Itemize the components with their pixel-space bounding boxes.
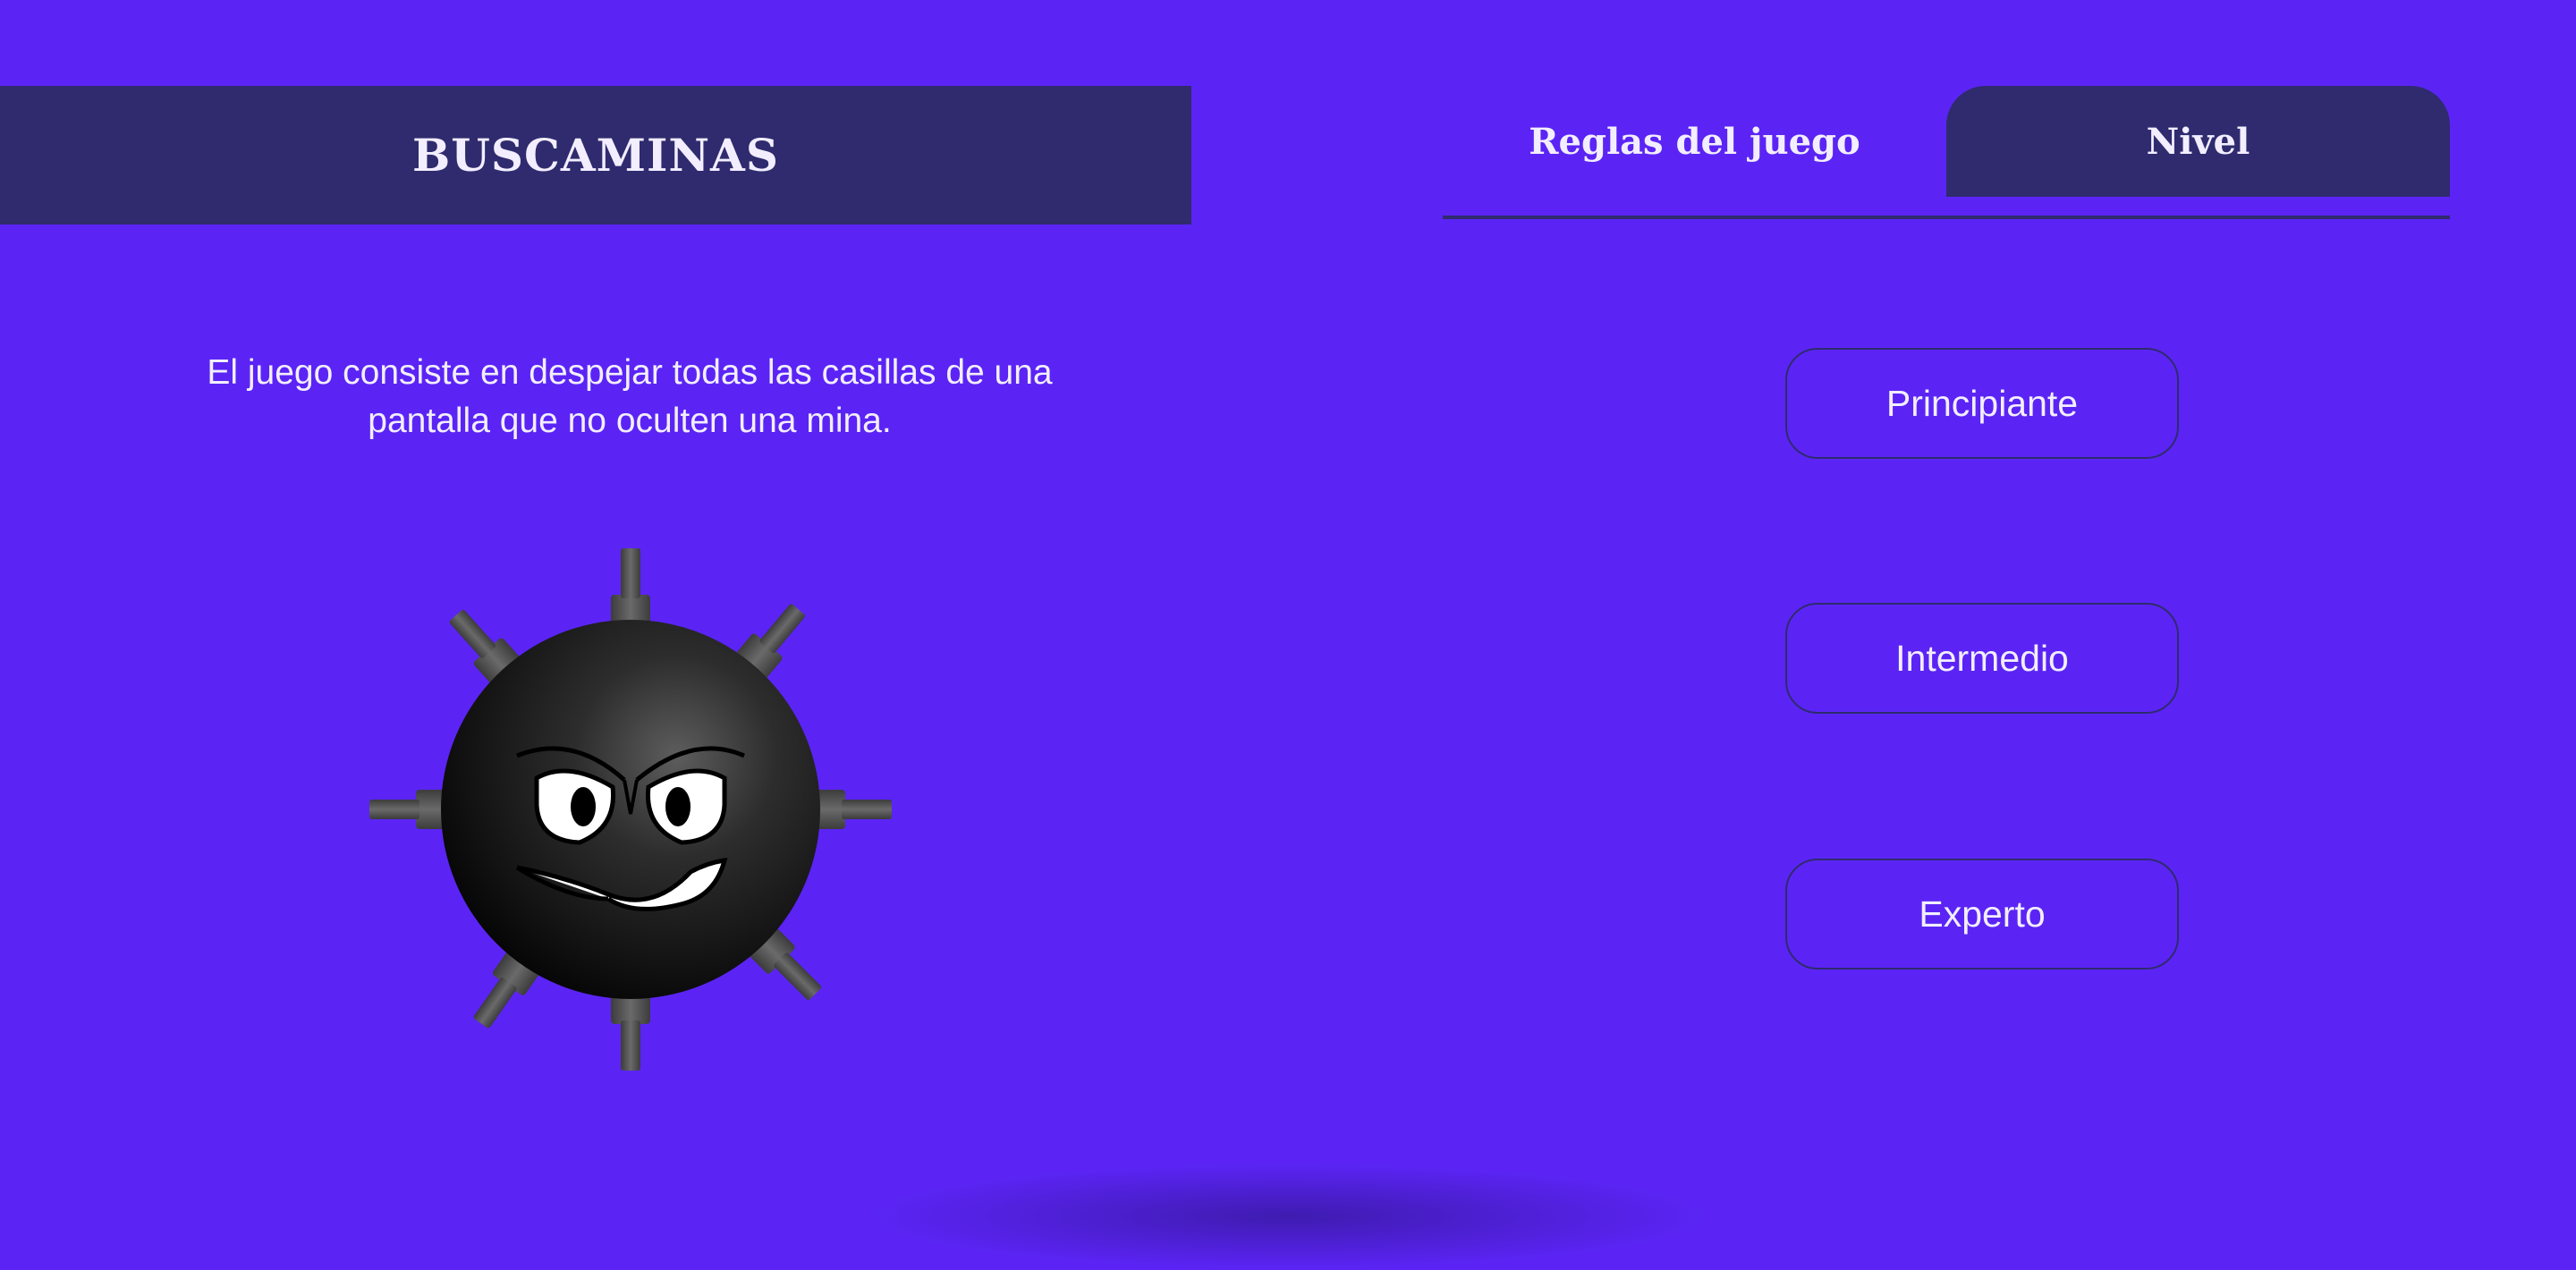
bottom-shadow (859, 1163, 1717, 1270)
rules-description: El juego consiste en despejar todas las … (207, 353, 1053, 440)
tab-rules[interactable]: Reglas del juego (1443, 86, 1946, 197)
game-title: BUSCAMINAS (412, 129, 779, 182)
title-bar: BUSCAMINAS (0, 86, 1191, 224)
tab-bar: Reglas del juego Nivel (1443, 86, 2450, 219)
tab-level[interactable]: Nivel (1946, 86, 2450, 197)
level-experto-button[interactable]: Experto (1785, 859, 2179, 969)
mine-icon (369, 548, 892, 1071)
level-principiante-button[interactable]: Principiante (1785, 348, 2179, 459)
level-intermedio-button[interactable]: Intermedio (1785, 603, 2179, 714)
